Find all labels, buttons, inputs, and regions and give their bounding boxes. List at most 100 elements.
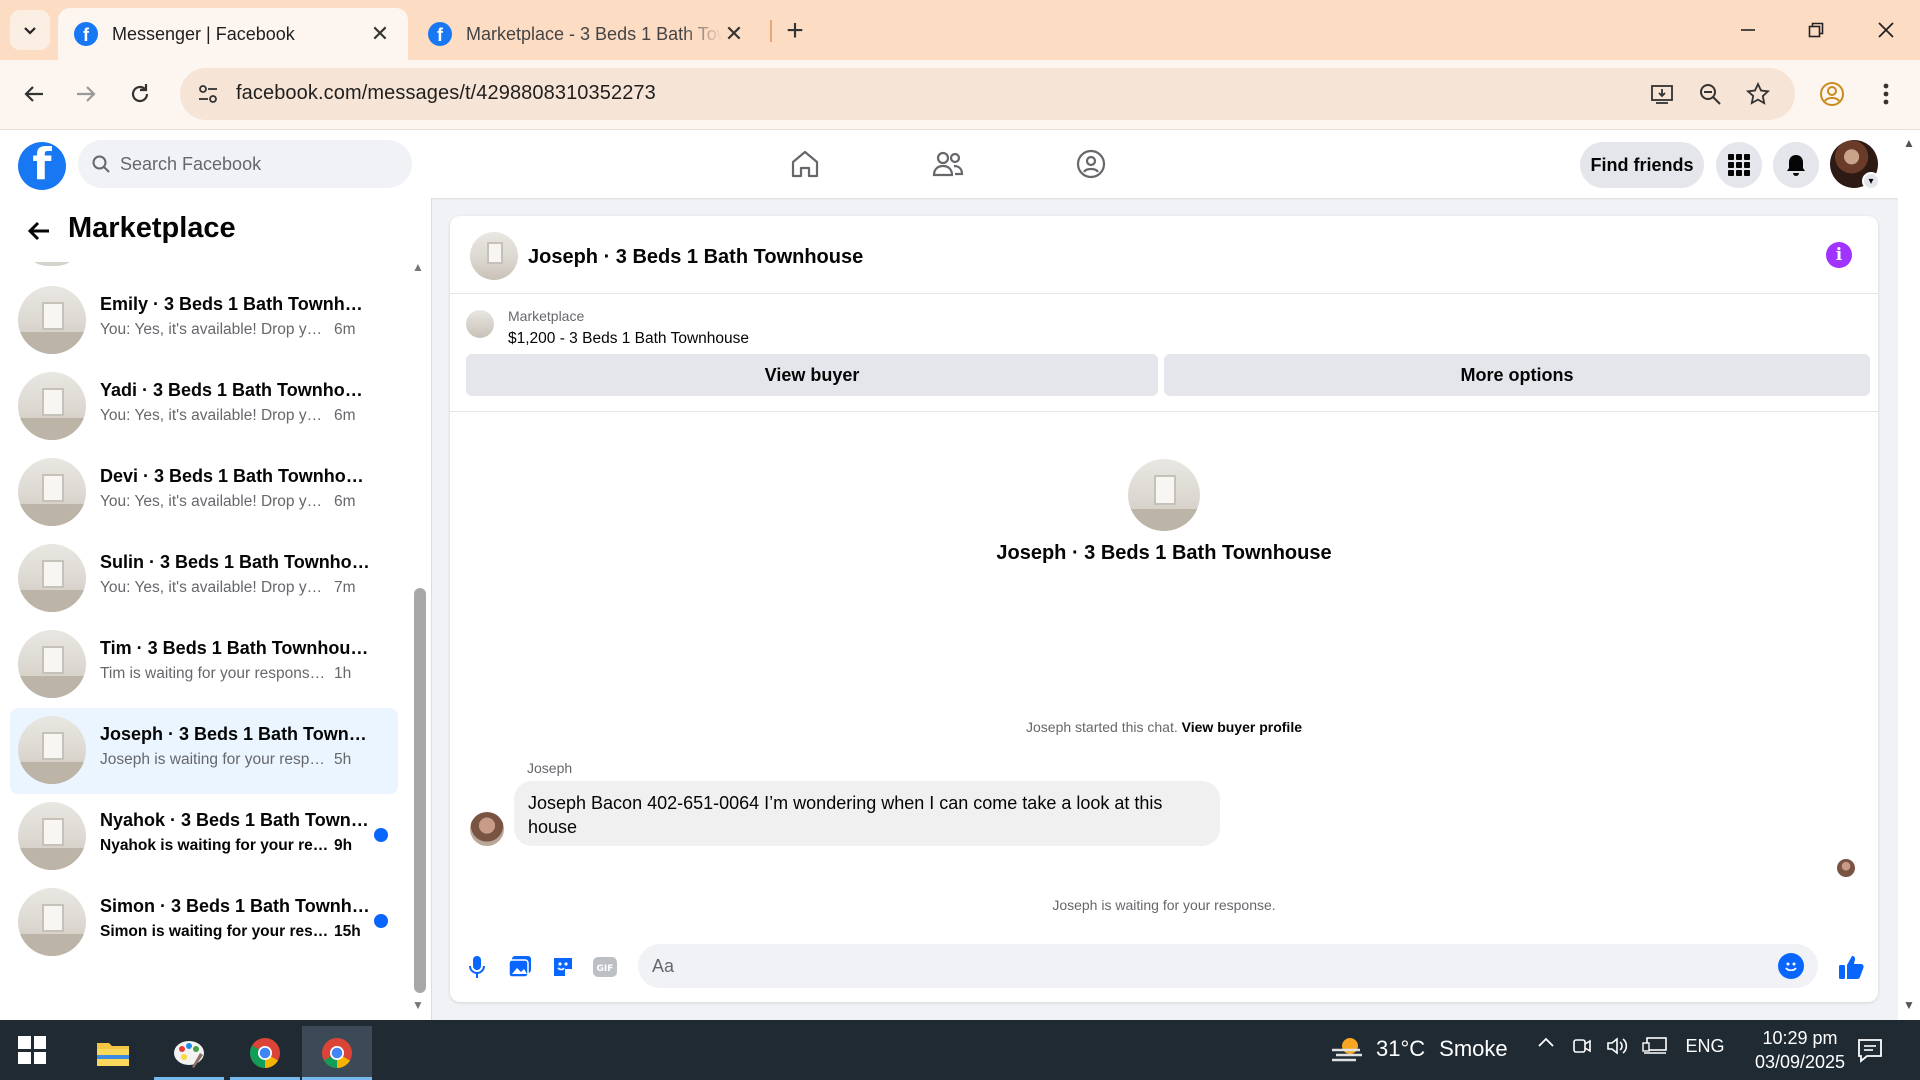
close-tab-icon[interactable]: ✕ <box>368 21 392 47</box>
started-text: Joseph started this chat. <box>1026 719 1178 735</box>
zoom-icon[interactable] <box>1696 80 1724 108</box>
taskbar-file-explorer[interactable] <box>78 1026 148 1080</box>
close-tab-icon[interactable]: ✕ <box>722 21 746 47</box>
windows-start-icon[interactable] <box>18 1036 46 1064</box>
buyer-profile-name: Joseph · 3 Beds 1 Bath Townhouse <box>996 542 1332 564</box>
address-bar[interactable]: facebook.com/messages/t/4298808310352273 <box>180 68 1795 120</box>
message-bubble[interactable]: Joseph Bacon 402-651-0064 I’m wondering … <box>514 781 1220 846</box>
search-facebook-input[interactable]: Search Facebook <box>78 140 412 188</box>
site-info-icon[interactable] <box>194 80 222 108</box>
scroll-up-arrow-icon[interactable]: ▲ <box>412 260 424 274</box>
taskbar-paint-app[interactable] <box>154 1026 224 1080</box>
sticker-button[interactable] <box>548 952 578 982</box>
sender-avatar[interactable] <box>470 812 504 846</box>
language-indicator[interactable]: ENG <box>1682 1036 1728 1057</box>
tab-search-button[interactable] <box>10 10 50 50</box>
chat-panel: Joseph · 3 Beds 1 Bath Townhouse i Marke… <box>450 216 1878 1002</box>
more-options-button[interactable]: More options <box>1164 354 1870 396</box>
conversation-item[interactable]: Nyahok · 3 Beds 1 Bath Townh... Nyahok i… <box>10 794 398 880</box>
view-buyer-button[interactable]: View buyer <box>466 354 1158 396</box>
back-button[interactable] <box>14 74 54 114</box>
network-icon[interactable] <box>1640 1036 1670 1056</box>
minimize-button[interactable] <box>1718 10 1778 50</box>
thumbs-up-icon <box>1839 956 1864 979</box>
windows-taskbar: 31°C Smoke ENG 10:29 pm 03/09/2025 <box>0 1020 1920 1080</box>
conversation-item[interactable]: Simon · 3 Beds 1 Bath Townho... Simon is… <box>10 880 398 966</box>
unread-dot <box>374 914 388 928</box>
conversation-avatar <box>18 458 86 526</box>
listing-thumbnail[interactable] <box>466 310 494 338</box>
svg-text:GIF: GIF <box>597 964 614 974</box>
install-app-icon[interactable] <box>1648 80 1676 108</box>
tab-messenger[interactable]: f Messenger | Facebook ✕ <box>58 8 408 60</box>
show-hidden-icons-button[interactable] <box>1534 1036 1558 1048</box>
meet-now-icon[interactable] <box>1570 1036 1594 1056</box>
chat-avatar[interactable] <box>470 232 518 280</box>
weather-widget[interactable]: 31°C Smoke <box>1330 1034 1508 1064</box>
photo-icon <box>508 956 531 978</box>
taskbar-chrome[interactable] <box>230 1026 300 1080</box>
conversation-item[interactable]: Devi · 3 Beds 1 Bath Townhouse You: Yes,… <box>10 450 398 536</box>
nav-groups[interactable] <box>1061 140 1121 188</box>
find-friends-button[interactable]: Find friends <box>1580 142 1704 188</box>
bookmark-star-icon[interactable] <box>1744 80 1772 108</box>
facebook-favicon-icon: f <box>428 22 452 46</box>
home-icon <box>791 150 819 178</box>
conversation-item[interactable]: Tim · 3 Beds 1 Bath Townhouse Tim is wai… <box>10 622 398 708</box>
listing-title[interactable]: $1,200 - 3 Beds 1 Bath Townhouse <box>508 330 749 348</box>
conversation-item-selected[interactable]: Joseph · 3 Beds 1 Bath Townhou... Joseph… <box>10 708 398 794</box>
conversation-info-icon[interactable]: i <box>1826 242 1852 268</box>
emoji-button[interactable] <box>1778 953 1804 979</box>
back-arrow-icon[interactable] <box>24 216 54 246</box>
conversation-name: Devi · 3 Beds 1 Bath Townhouse <box>100 466 370 486</box>
facebook-logo-icon[interactable]: f <box>18 142 66 190</box>
restore-button[interactable] <box>1786 10 1846 50</box>
more-vertical-icon <box>1883 83 1889 105</box>
menu-button[interactable] <box>1716 142 1762 188</box>
notifications-button[interactable] <box>1773 142 1819 188</box>
browser-menu-button[interactable] <box>1866 74 1906 114</box>
close-window-button[interactable] <box>1856 10 1916 50</box>
send-like-button[interactable] <box>1836 952 1866 982</box>
gif-button[interactable]: GIF <box>590 952 620 982</box>
weather-temp: 31°C <box>1376 1036 1426 1061</box>
account-circle-icon <box>1820 82 1844 106</box>
scroll-down-arrow-icon[interactable]: ▼ <box>412 998 424 1012</box>
url-text[interactable]: facebook.com/messages/t/4298808310352273 <box>236 82 656 105</box>
minimize-icon <box>1741 29 1755 31</box>
conversation-list: Emily · 3 Beds 1 Bath Townhouse You: Yes… <box>10 278 398 966</box>
voice-clip-button[interactable] <box>462 952 492 982</box>
attach-media-button[interactable] <box>505 952 535 982</box>
conversation-name: Sulin · 3 Beds 1 Bath Townhouse <box>100 552 370 572</box>
message-composer[interactable] <box>638 944 1818 988</box>
conversation-item[interactable]: Sulin · 3 Beds 1 Bath Townhouse You: Yes… <box>10 536 398 622</box>
sidebar-scrollbar-thumb[interactable] <box>414 588 426 993</box>
buyer-profile-avatar[interactable] <box>1128 459 1200 531</box>
volume-icon[interactable] <box>1604 1036 1630 1056</box>
page-scrollbar[interactable]: ▲ ▼ <box>1898 130 1920 1020</box>
forward-button[interactable] <box>66 74 106 114</box>
view-buyer-profile-link[interactable]: View buyer profile <box>1182 719 1302 735</box>
microphone-icon <box>469 956 485 978</box>
account-caret-icon[interactable]: ▾ <box>1862 172 1880 190</box>
listing-label: Marketplace <box>508 308 585 324</box>
tab-marketplace[interactable]: f Marketplace - 3 Beds 1 Bath Townhouse … <box>412 8 762 60</box>
taskbar-chrome-active[interactable] <box>302 1026 372 1080</box>
scroll-up-arrow-icon[interactable]: ▲ <box>1903 136 1915 150</box>
friends-icon <box>932 151 964 177</box>
reload-button[interactable] <box>120 74 160 114</box>
nav-home[interactable] <box>775 140 835 188</box>
notification-center-icon[interactable] <box>1856 1036 1886 1066</box>
chat-title[interactable]: Joseph · 3 Beds 1 Bath Townhouse <box>528 246 863 269</box>
chevron-up-icon <box>1538 1037 1554 1047</box>
conversation-snippet: Tim is waiting for your response. · 1h <box>100 665 352 682</box>
profile-button[interactable] <box>1812 74 1852 114</box>
message-input[interactable] <box>652 952 1752 980</box>
scroll-down-arrow-icon[interactable]: ▼ <box>1903 998 1915 1012</box>
taskbar-clock[interactable]: 10:29 pm 03/09/2025 <box>1740 1026 1860 1074</box>
conversation-item[interactable]: Yadi · 3 Beds 1 Bath Townhouse You: Yes,… <box>10 364 398 450</box>
new-tab-button[interactable]: + <box>778 14 812 48</box>
nav-friends[interactable] <box>918 140 978 188</box>
conversation-item[interactable]: Emily · 3 Beds 1 Bath Townhouse You: Yes… <box>10 278 398 364</box>
tab-title: Marketplace - 3 Beds 1 Bath Townhouse <box>466 23 722 44</box>
